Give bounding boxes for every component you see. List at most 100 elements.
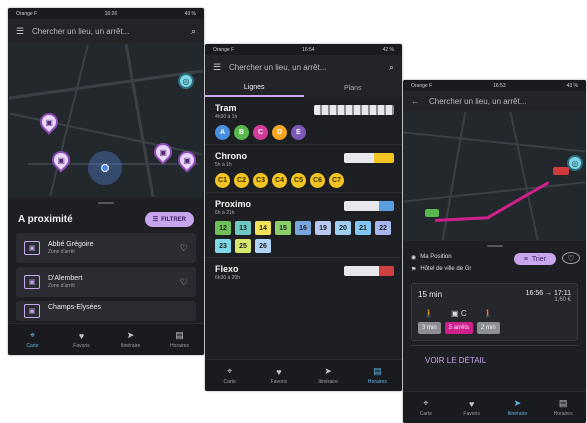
stop-name: Champs-Elysées bbox=[48, 304, 101, 311]
menu-icon[interactable]: ☰ bbox=[213, 62, 227, 73]
tram-stop-pin[interactable]: ▣ bbox=[36, 109, 62, 135]
favorite-heart-icon[interactable]: ♡ bbox=[180, 277, 188, 288]
line-badge[interactable]: 15 bbox=[275, 221, 291, 235]
tab-carte[interactable]: ⌖ Carte bbox=[403, 392, 449, 423]
line-badge[interactable]: C7 bbox=[329, 173, 344, 188]
list-item[interactable]: ▣ D'Alembert Zone d'arrêt ♡ bbox=[16, 267, 196, 297]
line-list: C1 C2 C3 C4 C5 C6 C7 bbox=[215, 173, 392, 188]
step-tram: ▣ C 5 arrêts bbox=[444, 309, 474, 334]
step-walk: 🚶 3 min bbox=[418, 309, 441, 334]
clock: 16:26 bbox=[104, 10, 118, 17]
subtabs: Lignes Plans bbox=[205, 79, 402, 97]
stop-name: D'Alembert bbox=[48, 275, 83, 282]
bus-icon: ▤ bbox=[558, 398, 568, 408]
tram-stop-pin[interactable]: ▣ bbox=[174, 147, 200, 173]
line-badge[interactable]: C bbox=[253, 125, 268, 140]
search-bar[interactable]: ☰ Chercher un lieu, un arrêt... ⌕ bbox=[205, 55, 402, 79]
map-pin-icon: ⌖ bbox=[227, 366, 233, 376]
search-bar[interactable]: ☰ Chercher un lieu, un arrêt... ⌕ bbox=[8, 19, 204, 43]
line-badge[interactable]: E bbox=[291, 125, 306, 140]
tab-carte[interactable]: ⌖ Carte bbox=[8, 324, 57, 355]
line-badge[interactable]: B bbox=[234, 125, 249, 140]
tab-favoris[interactable]: ♥ Favoris bbox=[449, 392, 495, 423]
tab-carte[interactable]: ⌖ Carte bbox=[205, 360, 254, 391]
sort-button[interactable]: ≡ Trier bbox=[513, 253, 556, 265]
line-badge[interactable]: C6 bbox=[310, 173, 325, 188]
itinerary-card[interactable]: 15 min 16:56 → 17:11 1,60 € 🚶 3 min ▣ C … bbox=[411, 283, 578, 341]
line-badge[interactable]: 13 bbox=[235, 221, 251, 235]
line-badge[interactable]: C1 bbox=[215, 173, 230, 188]
favorite-heart-icon[interactable]: ♡ bbox=[180, 243, 188, 254]
tab-plans[interactable]: Plans bbox=[304, 79, 403, 97]
see-detail-link[interactable]: VOIR LE DÉTAIL bbox=[411, 345, 578, 375]
line-badge[interactable]: 26 bbox=[255, 239, 271, 253]
mode-chrono[interactable]: Chrono 5h à 1h C1 C2 C3 C4 C5 C6 C7 bbox=[205, 145, 402, 193]
screen-itinerary: Orange F 16:53 43 % ← Chercher un lieu, … bbox=[403, 80, 586, 423]
map[interactable]: ◎ bbox=[403, 111, 586, 241]
locate-me-icon[interactable]: ◎ bbox=[178, 73, 194, 89]
route-line bbox=[487, 181, 550, 219]
tram-icon: ▣ bbox=[24, 241, 40, 255]
status-bar: Orange F 16:54 42 % bbox=[205, 44, 402, 55]
stop-zone: Zone d'arrêt bbox=[48, 283, 75, 289]
tram-stop-pin[interactable]: ▣ bbox=[48, 147, 74, 173]
menu-icon[interactable]: ☰ bbox=[16, 26, 30, 37]
filter-button[interactable]: ☰ FILTRER bbox=[144, 212, 194, 227]
heart-icon: ♥ bbox=[276, 366, 282, 377]
step-chip: 5 arrêts bbox=[444, 322, 474, 334]
line-badge[interactable]: C3 bbox=[253, 173, 268, 188]
line-badge[interactable]: C5 bbox=[291, 173, 306, 188]
list-item[interactable]: ▣ Abbé Grégoire Zone d'arrêt ♡ bbox=[16, 233, 196, 263]
line-badge[interactable]: C4 bbox=[272, 173, 287, 188]
search-icon[interactable]: ⌕ bbox=[191, 26, 196, 37]
tram-icon: ▣ C bbox=[451, 309, 467, 318]
back-arrow-icon[interactable]: ← bbox=[411, 97, 425, 106]
search-icon[interactable]: ⌕ bbox=[389, 62, 394, 73]
line-badge[interactable]: 12 bbox=[215, 221, 231, 235]
line-label: C bbox=[460, 309, 467, 318]
tab-itineraire[interactable]: ➤ Itinéraire bbox=[304, 360, 353, 391]
map[interactable]: ▣ ▣ ▣ ▣ ◎ bbox=[8, 43, 204, 198]
tab-itineraire[interactable]: ➤ Itinéraire bbox=[495, 392, 541, 423]
navigation-arrow-icon: ➤ bbox=[324, 366, 332, 376]
sort-icon: ≡ bbox=[523, 255, 528, 263]
line-badge[interactable]: C2 bbox=[234, 173, 249, 188]
bottom-tab-bar: ⌖ Carte ♥ Favoris ➤ Itinéraire ▤ Horaires bbox=[205, 359, 402, 391]
bottom-tab-bar: ⌖ Carte ♥ Favoris ➤ Itinéraire ▤ Horaires bbox=[8, 323, 204, 355]
bus-vehicle-image bbox=[344, 201, 394, 211]
line-badge[interactable]: 22 bbox=[375, 221, 391, 235]
locate-me-icon[interactable]: ◎ bbox=[567, 155, 583, 171]
tab-horaires[interactable]: ▤ Horaires bbox=[155, 324, 204, 355]
favorite-heart-icon[interactable]: ♡ bbox=[562, 252, 580, 264]
line-badge[interactable]: 21 bbox=[355, 221, 371, 235]
line-badge[interactable]: 16 bbox=[295, 221, 311, 235]
tab-horaires[interactable]: ▤ Horaires bbox=[540, 392, 586, 423]
line-badge[interactable]: 14 bbox=[255, 221, 271, 235]
mode-flexo[interactable]: Flexo 6h30 à 20h bbox=[205, 258, 402, 285]
walk-icon: 🚶 bbox=[483, 309, 494, 318]
line-badge[interactable]: A bbox=[215, 125, 230, 140]
search-input[interactable]: Chercher un lieu, un arrêt... bbox=[425, 97, 578, 106]
step-chip: 3 min bbox=[418, 322, 441, 334]
filter-icon: ☰ bbox=[152, 217, 159, 223]
line-badge[interactable]: D bbox=[272, 125, 287, 140]
tab-horaires[interactable]: ▤ Horaires bbox=[353, 360, 402, 391]
list-item[interactable]: ▣ Champs-Elysées bbox=[16, 301, 196, 321]
line-list: 12 13 14 15 16 19 20 21 22 23 25 26 bbox=[215, 221, 392, 253]
line-badge[interactable]: 20 bbox=[335, 221, 351, 235]
tab-favoris[interactable]: ♥ Favoris bbox=[254, 360, 303, 391]
mode-proximo[interactable]: Proximo 6h à 21h 12 13 14 15 16 19 20 21 22 23 25 2… bbox=[205, 193, 402, 258]
bus-icon: ▤ bbox=[373, 366, 382, 376]
tab-lignes[interactable]: Lignes bbox=[205, 79, 304, 97]
line-badge[interactable]: 23 bbox=[215, 239, 231, 253]
destination-row[interactable]: ⚑ Hôtel de ville de Gr bbox=[411, 263, 578, 275]
search-input[interactable]: Chercher un lieu, un arrêt... bbox=[30, 27, 191, 36]
search-bar[interactable]: ← Chercher un lieu, un arrêt... bbox=[403, 91, 586, 111]
navigation-arrow-icon: ➤ bbox=[126, 330, 135, 340]
tab-favoris[interactable]: ♥ Favoris bbox=[57, 324, 106, 355]
tab-itineraire[interactable]: ➤ Itinéraire bbox=[106, 324, 155, 355]
mode-tram[interactable]: Tram 4h30 à 1h ABCDE bbox=[205, 97, 402, 145]
line-badge[interactable]: 19 bbox=[315, 221, 331, 235]
line-badge[interactable]: 25 bbox=[235, 239, 251, 253]
search-input[interactable]: Chercher un lieu, un arrêt... bbox=[227, 63, 389, 72]
